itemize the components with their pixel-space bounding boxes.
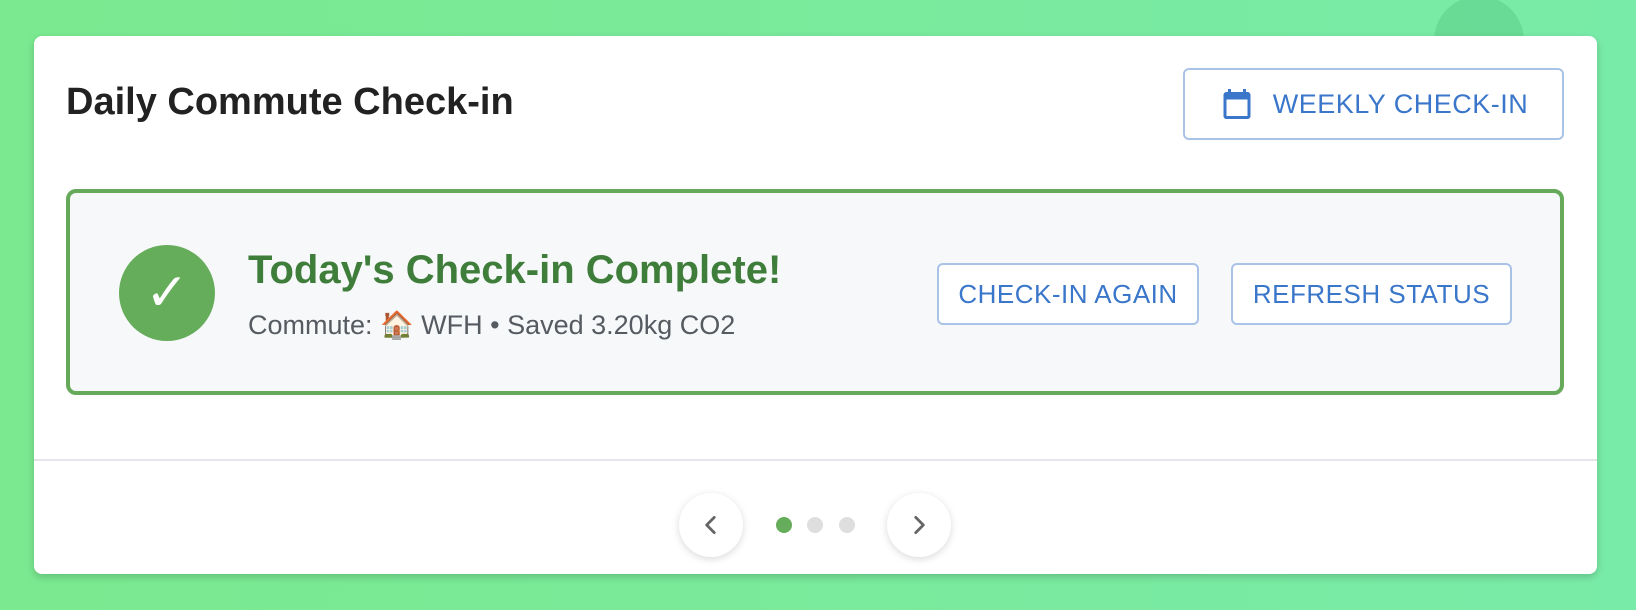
- checkin-status-panel: ✓ Today's Check-in Complete! Commute: 🏠 …: [66, 189, 1564, 395]
- chevron-left-icon: [705, 516, 716, 534]
- next-button[interactable]: [887, 493, 951, 557]
- status-title: Today's Check-in Complete!: [248, 248, 782, 292]
- calendar-icon: [1219, 86, 1255, 122]
- checkmark-icon: ✓: [119, 245, 215, 341]
- weekly-checkin-label: WEEKLY CHECK-IN: [1272, 88, 1529, 119]
- divider: [34, 459, 1597, 461]
- commute-checkin-card: Daily Commute Check-in WEEKLY CHECK-IN ✓…: [34, 36, 1597, 574]
- pagination-dot-1[interactable]: [776, 517, 792, 533]
- chevron-right-icon: [914, 516, 925, 534]
- pagination-dot-3[interactable]: [839, 517, 855, 533]
- refresh-status-button[interactable]: REFRESH STATUS: [1231, 263, 1512, 325]
- previous-button[interactable]: [679, 493, 743, 557]
- checkin-again-button[interactable]: CHECK-IN AGAIN: [937, 263, 1199, 325]
- page-title: Daily Commute Check-in: [66, 81, 514, 123]
- weekly-checkin-button[interactable]: WEEKLY CHECK-IN: [1183, 68, 1564, 140]
- pagination-dot-2[interactable]: [807, 517, 823, 533]
- commute-summary: Commute: 🏠 WFH • Saved 3.20kg CO2: [248, 310, 736, 340]
